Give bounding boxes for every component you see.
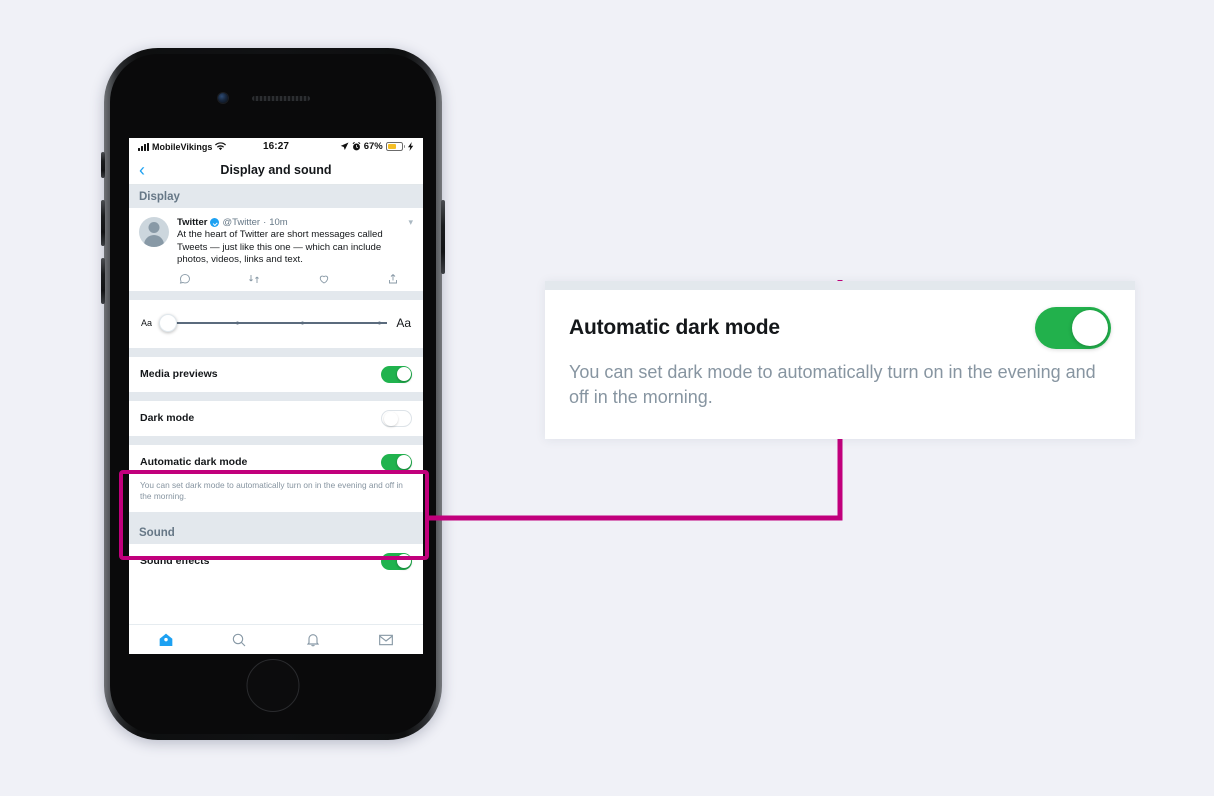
- tweet-timestamp: 10m: [269, 217, 288, 228]
- messages-envelope-icon: [379, 634, 394, 645]
- group-separator: [129, 290, 423, 300]
- group-separator: [129, 347, 423, 357]
- callout-panel: Automatic dark mode You can set dark mod…: [545, 281, 1135, 439]
- home-icon: [159, 633, 173, 646]
- cellular-signal-icon: [138, 142, 149, 151]
- retweet-icon[interactable]: [248, 273, 260, 285]
- setting-row-automatic-dark-mode[interactable]: Automatic dark mode: [129, 444, 423, 480]
- volume-down-button[interactable]: [101, 258, 105, 304]
- phone-screen: MobileVikings 16:27 67% ‹ Display and so…: [129, 138, 423, 654]
- setting-row-sound-effects[interactable]: Sound effects: [129, 543, 423, 579]
- tweet-preview-card: Twitter @Twitter · 10m ▾ At the heart of…: [129, 208, 423, 291]
- silent-switch-button[interactable]: [101, 152, 105, 178]
- tab-bar: [129, 624, 423, 654]
- slider-tick: [301, 321, 305, 325]
- toggle-sound-effects[interactable]: [381, 552, 412, 570]
- setting-row-dark-mode[interactable]: Dark mode: [129, 400, 423, 436]
- font-size-slider-row: Aa Aa: [129, 299, 423, 348]
- page-root: MobileVikings 16:27 67% ‹ Display and so…: [0, 0, 1214, 796]
- wifi-icon: [215, 142, 227, 151]
- setting-label: Sound effects: [140, 555, 210, 568]
- callout-description: You can set dark mode to automatically t…: [569, 362, 1096, 407]
- callout-top-strip: [545, 281, 1135, 290]
- volume-up-button[interactable]: [101, 200, 105, 246]
- tweet-text: At the heart of Twitter are short messag…: [177, 229, 383, 266]
- battery-percent-label: 67%: [363, 141, 383, 152]
- group-separator: [129, 435, 423, 445]
- search-icon: [233, 633, 246, 646]
- lightning-bolt-icon: [408, 142, 414, 151]
- slider-handle[interactable]: [159, 313, 178, 332]
- battery-low-power-icon: [385, 142, 406, 151]
- phone-device: MobileVikings 16:27 67% ‹ Display and so…: [101, 48, 445, 740]
- setting-label: Media previews: [140, 368, 218, 381]
- tab-messages[interactable]: [350, 632, 424, 648]
- group-separator: [129, 511, 423, 521]
- slider-tick: [378, 321, 382, 325]
- font-size-min-label: Aa: [141, 317, 153, 328]
- group-separator: [129, 391, 423, 401]
- status-bar: MobileVikings 16:27 67%: [129, 138, 423, 155]
- verified-badge-icon: [210, 218, 220, 227]
- callout-title: Automatic dark mode: [569, 316, 780, 339]
- setting-label: Automatic dark mode: [140, 456, 248, 469]
- alarm-clock-icon: [352, 142, 361, 151]
- tweet-display-name: Twitter: [177, 217, 208, 228]
- navigation-bar: ‹ Display and sound: [129, 155, 423, 185]
- slider-tick: [235, 321, 239, 325]
- tweet-actions: [177, 267, 413, 287]
- like-icon[interactable]: [318, 273, 330, 285]
- toggle-automatic-dark-mode[interactable]: [381, 453, 412, 471]
- toggle-automatic-dark-mode-zoomed[interactable]: [1035, 307, 1111, 349]
- page-title: Display and sound: [220, 162, 332, 177]
- carrier-label: MobileVikings: [152, 141, 213, 152]
- tab-home[interactable]: [129, 632, 203, 648]
- reply-icon[interactable]: [179, 273, 191, 285]
- phone-bezel: MobileVikings 16:27 67% ‹ Display and so…: [110, 54, 436, 734]
- tweet-separator: ·: [263, 217, 267, 228]
- tab-notifications[interactable]: [276, 632, 350, 648]
- setting-label: Dark mode: [140, 412, 195, 425]
- tab-search[interactable]: [203, 632, 277, 648]
- slider-track-line: [161, 322, 388, 324]
- toggle-dark-mode[interactable]: [381, 409, 412, 427]
- font-size-max-label: Aa: [396, 315, 411, 330]
- setting-row-media-previews[interactable]: Media previews: [129, 356, 423, 392]
- font-size-slider[interactable]: [159, 313, 388, 332]
- earpiece-speaker: [252, 96, 310, 101]
- toggle-media-previews[interactable]: [381, 365, 412, 383]
- notifications-bell-icon: [306, 633, 319, 646]
- share-icon[interactable]: [387, 273, 399, 285]
- home-button[interactable]: [246, 659, 300, 712]
- section-header-sound: Sound: [129, 520, 423, 544]
- clock-label: 16:27: [262, 141, 290, 152]
- setting-description: You can set dark mode to automatically t…: [129, 479, 423, 512]
- chevron-left-icon[interactable]: ‹: [139, 161, 145, 179]
- section-header-display: Display: [129, 185, 423, 208]
- front-camera-icon: [218, 93, 228, 103]
- location-arrow-icon: [340, 142, 349, 150]
- tweet-handle: @Twitter: [222, 217, 261, 228]
- chevron-down-icon[interactable]: ▾: [408, 217, 413, 228]
- power-button[interactable]: [441, 200, 445, 274]
- avatar: [139, 217, 169, 247]
